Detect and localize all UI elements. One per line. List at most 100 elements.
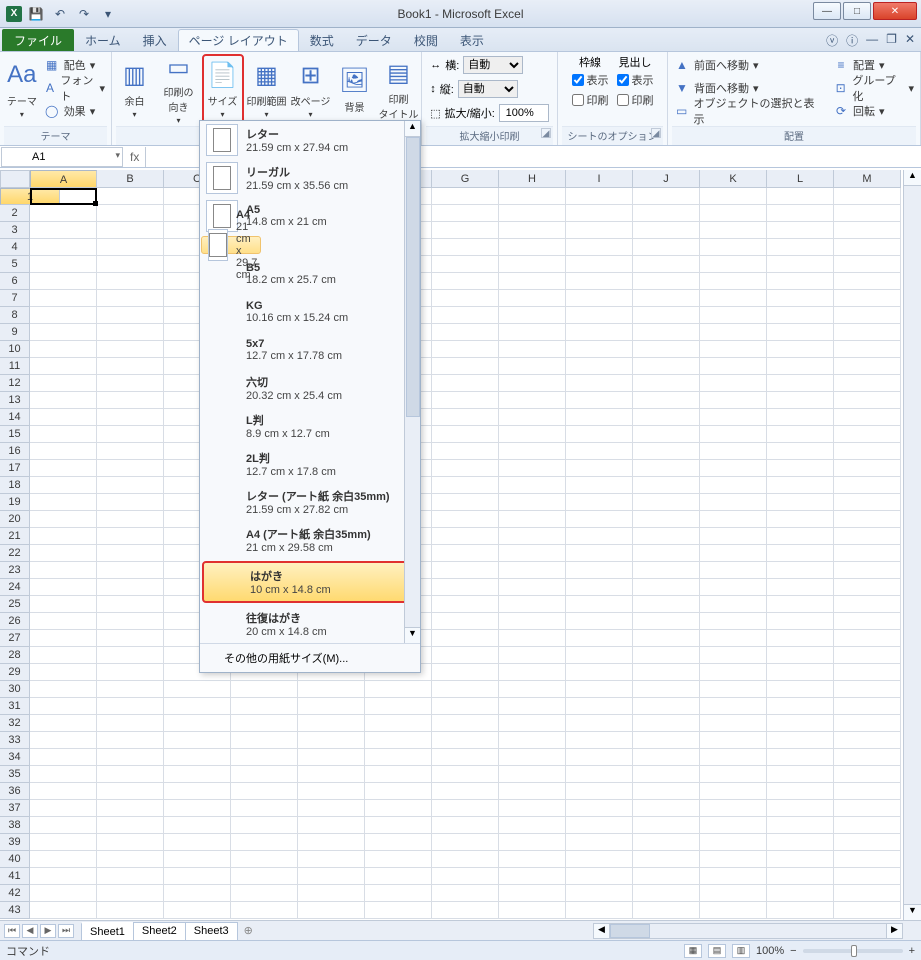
margins-button[interactable]: ▥余白▾ [114,54,156,124]
row-header-10[interactable]: 10 [0,341,30,358]
headings-view-check[interactable]: 表示 [617,70,654,90]
row-header-39[interactable]: 39 [0,834,30,851]
row-header-12[interactable]: 12 [0,375,30,392]
maximize-button[interactable]: □ [843,2,871,20]
row-header-43[interactable]: 43 [0,902,30,919]
orientation-button[interactable]: ▭印刷の 向き▾ [158,54,200,124]
row-header-28[interactable]: 28 [0,647,30,664]
row-header-22[interactable]: 22 [0,545,30,562]
minimize-ribbon-icon[interactable]: ⓥ [826,32,838,49]
scale-input[interactable] [499,104,549,122]
row-header-26[interactable]: 26 [0,613,30,630]
row-header-32[interactable]: 32 [0,715,30,732]
row-header-13[interactable]: 13 [0,392,30,409]
col-header-G[interactable]: G [432,170,499,188]
tab-0[interactable]: ホーム [74,29,132,51]
paper-size-item-5[interactable]: KG10.16 cm x 15.24 cm [200,293,420,331]
tab-6[interactable]: 表示 [449,29,495,51]
row-header-11[interactable]: 11 [0,358,30,375]
redo-icon[interactable]: ↷ [74,4,94,24]
row-header-29[interactable]: 29 [0,664,30,681]
paper-size-item-6[interactable]: 5x712.7 cm x 17.78 cm [200,331,420,369]
scale-dialog-icon[interactable]: ◢ [541,128,551,138]
print-titles-button[interactable]: ▤印刷 タイトル [378,54,420,124]
headings-print-check[interactable]: 印刷 [617,90,654,110]
row-header-25[interactable]: 25 [0,596,30,613]
col-header-B[interactable]: B [97,170,164,188]
row-header-5[interactable]: 5 [0,256,30,273]
selection-pane-button[interactable]: ▭オブジェクトの選択と表示 [672,100,823,122]
row-header-3[interactable]: 3 [0,222,30,239]
paper-size-item-4[interactable]: B518.2 cm x 25.7 cm [200,255,420,293]
size-button[interactable]: 📄サイズ▾ [202,54,244,124]
row-header-4[interactable]: 4 [0,239,30,256]
paper-size-item-7[interactable]: 六切20.32 cm x 25.4 cm [200,369,420,407]
cells-area[interactable] [30,188,921,920]
sheet-tab-Sheet2[interactable]: Sheet2 [133,922,186,940]
hscroll-left-icon[interactable]: ◀ [594,924,610,938]
row-header-24[interactable]: 24 [0,579,30,596]
effects-button[interactable]: ◯効果 ▾ [42,100,107,122]
height-select[interactable]: 自動 [458,80,518,98]
vertical-scrollbar[interactable]: ▲ ▼ [903,170,921,920]
mdi-minimize-icon[interactable]: — [866,32,878,49]
row-header-6[interactable]: 6 [0,273,30,290]
row-header-37[interactable]: 37 [0,800,30,817]
row-header-18[interactable]: 18 [0,477,30,494]
row-header-16[interactable]: 16 [0,443,30,460]
paper-size-item-10[interactable]: レター (アート紙 余白35mm)21.59 cm x 27.82 cm [200,483,420,521]
zoom-slider[interactable] [803,949,903,953]
row-header-21[interactable]: 21 [0,528,30,545]
mdi-close-icon[interactable]: ✕ [905,32,915,49]
row-header-20[interactable]: 20 [0,511,30,528]
row-header-33[interactable]: 33 [0,732,30,749]
zoom-in-icon[interactable]: + [909,945,915,957]
sheet-tab-Sheet1[interactable]: Sheet1 [81,922,134,940]
zoom-out-icon[interactable]: − [790,945,796,957]
row-header-17[interactable]: 17 [0,460,30,477]
fx-icon[interactable]: fx [124,150,145,164]
row-header-23[interactable]: 23 [0,562,30,579]
row-header-31[interactable]: 31 [0,698,30,715]
width-select[interactable]: 自動 [463,56,523,74]
row-header-14[interactable]: 14 [0,409,30,426]
menu-scroll-down-icon[interactable]: ▼ [405,627,420,643]
close-button[interactable]: ✕ [873,2,917,20]
paper-size-item-12[interactable]: はがき10 cm x 14.8 cm [202,561,418,603]
mdi-restore-icon[interactable]: ❐ [886,32,897,49]
row-header-9[interactable]: 9 [0,324,30,341]
paper-size-item-0[interactable]: レター21.59 cm x 27.94 cm [200,121,420,159]
row-header-36[interactable]: 36 [0,783,30,800]
sheet-options-dialog-icon[interactable]: ◢ [651,128,661,138]
hscroll-thumb[interactable] [610,924,650,938]
sheet-nav-next-icon[interactable]: ▶ [40,924,56,938]
zoom-level[interactable]: 100% [756,945,784,957]
row-header-15[interactable]: 15 [0,426,30,443]
row-header-8[interactable]: 8 [0,307,30,324]
tab-5[interactable]: 校閲 [403,29,449,51]
row-header-34[interactable]: 34 [0,749,30,766]
name-box[interactable]: A1▾ [1,147,123,167]
row-header-41[interactable]: 41 [0,868,30,885]
fonts-button[interactable]: Aフォント ▾ [42,77,107,99]
save-icon[interactable]: 💾 [26,4,46,24]
breaks-button[interactable]: ⊞改ページ▾ [290,54,332,124]
more-paper-sizes[interactable]: その他の用紙サイズ(M)... [200,643,420,672]
page-layout-view-icon[interactable]: ▤ [708,944,726,958]
paper-size-item-13[interactable]: 往復はがき20 cm x 14.8 cm [200,605,420,643]
qat-dropdown-icon[interactable]: ▾ [98,4,118,24]
col-header-M[interactable]: M [834,170,901,188]
paper-size-item-1[interactable]: リーガル21.59 cm x 35.56 cm [200,159,420,197]
file-tab[interactable]: ファイル [2,29,74,51]
select-all-corner[interactable] [0,170,30,188]
row-header-42[interactable]: 42 [0,885,30,902]
group-button[interactable]: ⊡グループ化 ▾ [831,77,916,99]
scroll-up-icon[interactable]: ▲ [904,170,921,186]
hscroll-right-icon[interactable]: ▶ [886,924,902,938]
sheet-nav-prev-icon[interactable]: ◀ [22,924,38,938]
row-header-35[interactable]: 35 [0,766,30,783]
row-header-40[interactable]: 40 [0,851,30,868]
col-header-A[interactable]: A [30,170,97,188]
col-header-H[interactable]: H [499,170,566,188]
bring-forward-button[interactable]: ▲前面へ移動 ▾ [672,54,823,76]
